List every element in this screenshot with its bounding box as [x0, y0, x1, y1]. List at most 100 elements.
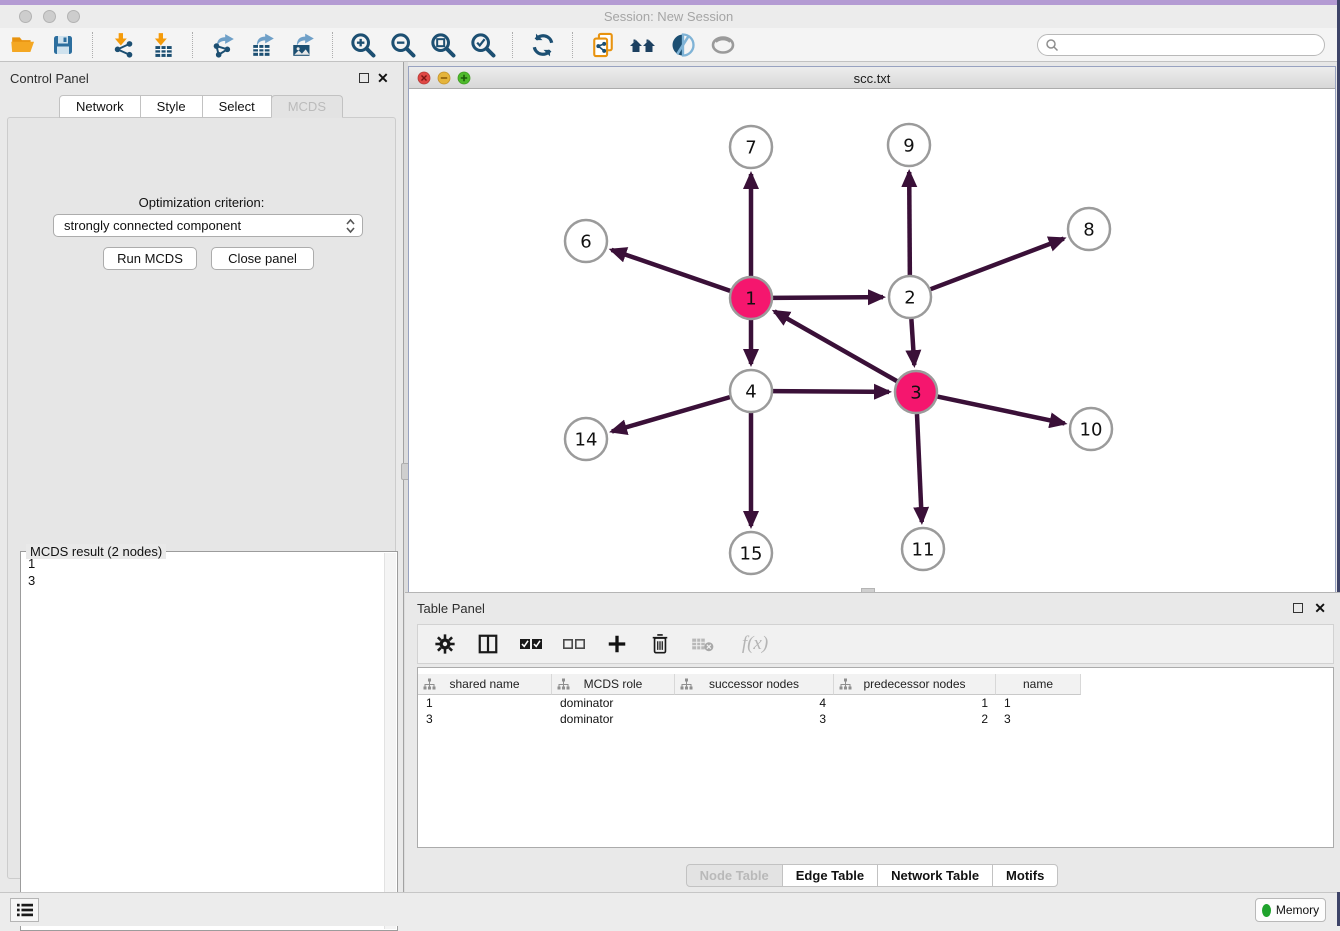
first-neighbors-icon[interactable] — [628, 31, 658, 59]
import-table-icon[interactable] — [148, 31, 178, 59]
run-mcds-button[interactable]: Run MCDS — [103, 247, 197, 270]
svg-text:10: 10 — [1080, 419, 1103, 440]
svg-text:3: 3 — [910, 382, 921, 403]
graph-node[interactable]: 15 — [730, 532, 772, 574]
zoom-fit-icon[interactable] — [428, 31, 458, 59]
column-header[interactable]: shared name — [418, 674, 552, 695]
graph-edge[interactable] — [938, 397, 1065, 424]
table-cell[interactable]: 3 — [996, 711, 1081, 727]
svg-text:6: 6 — [580, 231, 591, 252]
control-panel: Control Panel ✕ Network Style Select MCD… — [0, 62, 404, 892]
delete-columns-icon[interactable] — [647, 631, 673, 657]
search-input[interactable] — [1037, 34, 1325, 56]
criterion-dropdown[interactable]: strongly connected component — [53, 214, 363, 237]
tab-select[interactable]: Select — [202, 95, 272, 118]
table-tabs: Node Table Edge Table Network Table Moti… — [405, 864, 1340, 887]
table-cell[interactable]: 1 — [418, 695, 552, 711]
graph-edge[interactable] — [612, 250, 731, 291]
export-table-icon[interactable] — [248, 31, 278, 59]
toolbar-separator — [512, 32, 514, 58]
graph-node[interactable]: 10 — [1070, 408, 1112, 450]
column-header[interactable]: MCDS role — [552, 674, 675, 695]
toolbar-separator — [332, 32, 334, 58]
tab-motifs[interactable]: Motifs — [992, 864, 1058, 887]
result-scrollbar[interactable] — [384, 553, 396, 929]
toolbar-separator — [92, 32, 94, 58]
table-options-icon[interactable] — [432, 631, 458, 657]
tab-mcds[interactable]: MCDS — [271, 95, 343, 118]
tab-style[interactable]: Style — [140, 95, 203, 118]
zoom-in-icon[interactable] — [348, 31, 378, 59]
table-cell[interactable]: 4 — [675, 695, 834, 711]
table-cell[interactable]: 1 — [834, 695, 996, 711]
table-row[interactable]: 1dominator411 — [418, 695, 1333, 711]
optimization-criterion-label: Optimization criterion: — [8, 195, 395, 210]
graph-edge[interactable] — [911, 319, 914, 365]
table-row[interactable]: 3dominator323 — [418, 711, 1333, 727]
tab-node-table[interactable]: Node Table — [686, 864, 783, 887]
hide-graphics-details-icon[interactable] — [708, 31, 738, 59]
float-panel-icon[interactable] — [359, 73, 369, 83]
memory-button[interactable]: Memory — [1255, 898, 1326, 922]
graph-edge[interactable] — [917, 414, 922, 522]
node-table[interactable]: shared nameMCDS rolesuccessor nodesprede… — [417, 667, 1334, 848]
mcds-result-list[interactable]: 13 — [21, 555, 385, 928]
import-network-icon[interactable] — [108, 31, 138, 59]
graph-node[interactable]: 11 — [902, 528, 944, 570]
control-panel-tabs: Network Style Select MCDS — [0, 95, 403, 118]
toolbar-separator — [192, 32, 194, 58]
graph-edge[interactable] — [931, 239, 1064, 290]
column-visibility-icon[interactable] — [475, 631, 501, 657]
table-cell[interactable]: 3 — [675, 711, 834, 727]
column-header[interactable]: predecessor nodes — [834, 674, 996, 695]
open-session-icon[interactable] — [8, 31, 38, 59]
window-title: Session: New Session — [0, 9, 1337, 24]
column-header[interactable]: successor nodes — [675, 674, 834, 695]
result-item[interactable]: 3 — [21, 572, 385, 589]
memory-status-icon — [1262, 904, 1271, 917]
zoom-selected-icon[interactable] — [468, 31, 498, 59]
clone-network-icon[interactable] — [588, 31, 618, 59]
task-history-button[interactable] — [10, 898, 39, 922]
graph-edge[interactable] — [773, 297, 883, 298]
graph-node[interactable]: 3 — [895, 371, 937, 413]
graph-node[interactable]: 2 — [889, 276, 931, 318]
graph-edge[interactable] — [773, 391, 889, 392]
network-canvas[interactable]: 7 9 6 8 1 2 4 3 14 10 15 11 — [409, 89, 1335, 592]
tab-network-table[interactable]: Network Table — [877, 864, 993, 887]
close-panel-icon[interactable]: ✕ — [377, 71, 389, 85]
graph-node[interactable]: 6 — [565, 220, 607, 262]
table-cell[interactable]: 3 — [418, 711, 552, 727]
graph-node[interactable]: 14 — [565, 418, 607, 460]
table-panel: Table Panel ✕ — [405, 592, 1340, 892]
export-network-icon[interactable] — [208, 31, 238, 59]
apply-layout-icon[interactable] — [528, 31, 558, 59]
create-column-icon[interactable] — [604, 631, 630, 657]
table-cell[interactable]: dominator — [552, 711, 675, 727]
graph-node[interactable]: 4 — [730, 370, 772, 412]
graph-node[interactable]: 9 — [888, 124, 930, 166]
close-panel-button[interactable]: Close panel — [211, 247, 314, 270]
tab-network[interactable]: Network — [59, 95, 141, 118]
deselect-all-icon[interactable] — [561, 631, 587, 657]
graph-edge[interactable] — [612, 397, 730, 431]
tab-edge-table[interactable]: Edge Table — [782, 864, 878, 887]
show-graphics-details-icon[interactable] — [668, 31, 698, 59]
table-cell[interactable]: 2 — [834, 711, 996, 727]
save-session-icon[interactable] — [48, 31, 78, 59]
graph-edge[interactable] — [774, 311, 896, 381]
select-all-icon[interactable] — [518, 631, 544, 657]
export-image-icon[interactable] — [288, 31, 318, 59]
zoom-out-icon[interactable] — [388, 31, 418, 59]
graph-node[interactable]: 1 — [730, 277, 772, 319]
result-item[interactable]: 1 — [21, 555, 385, 572]
table-cell[interactable]: 1 — [996, 695, 1081, 711]
svg-text:7: 7 — [745, 137, 756, 158]
column-header[interactable]: name — [996, 674, 1081, 695]
graph-edge[interactable] — [909, 172, 910, 275]
table-cell[interactable]: dominator — [552, 695, 675, 711]
graph-node[interactable]: 7 — [730, 126, 772, 168]
float-table-panel-icon[interactable] — [1293, 603, 1303, 613]
graph-node[interactable]: 8 — [1068, 208, 1110, 250]
close-table-panel-icon[interactable]: ✕ — [1314, 601, 1326, 615]
